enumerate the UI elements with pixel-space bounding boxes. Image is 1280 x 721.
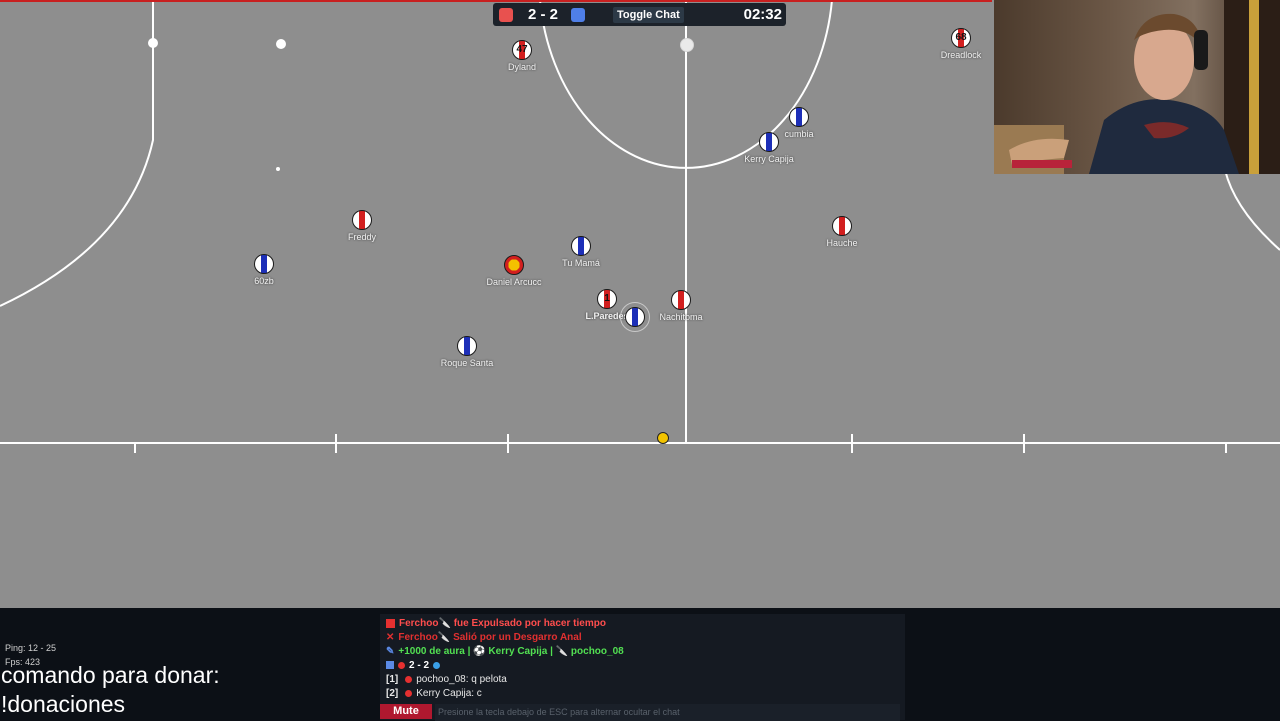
- goalkeeper-token: [504, 255, 524, 275]
- webcam-overlay: [994, 0, 1280, 174]
- chat-message: ✎ +1000 de aura | ⚽ Kerry Capija | 🔪 poch…: [386, 646, 624, 657]
- player-token: 47: [512, 40, 532, 60]
- chat-author: Ferchoo: [398, 632, 438, 643]
- match-clock: 02:32: [743, 6, 782, 23]
- player-token: [254, 254, 274, 274]
- chat-panel: Ferchoo🔪 fue Expulsado por hacer tiempo …: [380, 614, 905, 721]
- chat-message: [2] Kerry Capija: c: [386, 688, 482, 699]
- corner-marker: [148, 38, 158, 48]
- chat-message: [1] pochoo_08: q pelota: [386, 674, 507, 685]
- donation-line-1: comando para donar:: [1, 662, 220, 688]
- player-token: [457, 336, 477, 356]
- stats-icon: [386, 661, 394, 670]
- chat-message: 2 - 2: [386, 660, 444, 671]
- player-token: 1: [597, 289, 617, 309]
- player-name: Daniel Arcucc: [486, 277, 542, 287]
- red-team-dot: [398, 661, 405, 669]
- chat-slot: [2]: [386, 688, 399, 699]
- center-spot: [680, 38, 694, 52]
- player-token: [352, 210, 372, 230]
- player-token: [789, 107, 809, 127]
- scoreboard: 2 - 2 Toggle Chat 02:32: [493, 3, 786, 26]
- field-marker: [276, 39, 286, 49]
- chat-text: 2 - 2: [409, 660, 430, 671]
- blue-team-square: [571, 7, 585, 22]
- chat-text: Salió por un Desgarro Anal: [453, 632, 582, 643]
- chat-message: Ferchoo🔪 fue Expulsado por hacer tiempo: [386, 618, 606, 629]
- player-name: Nachitoma: [659, 312, 703, 322]
- pin-icon: ✎: [386, 646, 395, 657]
- player-name: Hauche: [826, 238, 858, 248]
- red-team-square: [499, 7, 513, 22]
- player-name: Kerry Capija: [744, 154, 794, 164]
- controlled-player-token: [625, 307, 645, 327]
- player-token: 68: [951, 28, 971, 48]
- score: 2 - 2: [527, 6, 558, 23]
- ping-readout: Ping: 12 - 25: [5, 643, 57, 653]
- player-token: [832, 216, 852, 236]
- mute-button[interactable]: Mute: [380, 704, 432, 719]
- penalty-spot: [276, 167, 280, 171]
- player-token: [759, 132, 779, 152]
- streamer-webcam-image: [994, 0, 1280, 174]
- toggle-chat-button[interactable]: Toggle Chat: [613, 6, 684, 23]
- player-name: Roque Santa: [440, 358, 494, 368]
- chat-text: +1000 de aura | ⚽ Kerry Capija | 🔪 pocho…: [398, 646, 624, 657]
- red-square-icon: [386, 618, 395, 628]
- player-name: Dreadlock: [940, 50, 982, 60]
- donation-line-2: !donaciones: [1, 691, 126, 717]
- player-name: Tu Mamá: [562, 258, 600, 268]
- blue-team-dot: [433, 661, 441, 669]
- player-name: Freddy: [347, 232, 377, 242]
- chat-author: Ferchoo: [399, 618, 439, 629]
- player-name: cumbia: [784, 129, 814, 139]
- player-name: 60zb: [254, 276, 274, 286]
- chat-text: pochoo_08: q pelota: [416, 674, 507, 685]
- red-x-icon: ✕: [386, 632, 395, 643]
- chat-text: Kerry Capija: c: [416, 688, 482, 699]
- red-team-dot: [405, 689, 413, 697]
- chat-slot: [1]: [386, 674, 399, 685]
- player-token: [671, 290, 691, 310]
- player-name: Dyland: [507, 62, 537, 72]
- chat-input[interactable]: [435, 704, 900, 721]
- red-team-dot: [405, 675, 413, 683]
- chat-message: ✕ Ferchoo🔪 Salió por un Desgarro Anal: [386, 632, 582, 643]
- chat-text: fue Expulsado por hacer tiempo: [453, 618, 606, 629]
- ball: [657, 432, 669, 444]
- player-token: [571, 236, 591, 256]
